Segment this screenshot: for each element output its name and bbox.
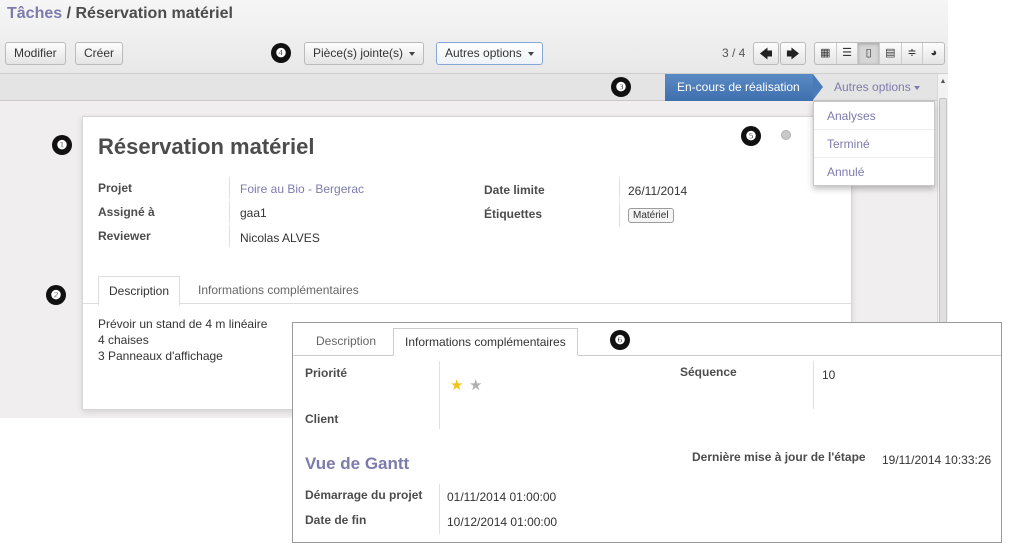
stage-active[interactable]: En-cours de réalisation [665,74,823,101]
description-line: 3 Panneaux d'affichage [98,349,223,363]
callout-3: ❸ [611,77,631,97]
gantt-view-icon[interactable]: ≑ [902,43,924,64]
breadcrumb-current: Réservation matériel [75,5,233,22]
kanban-state-icon[interactable] [781,130,791,140]
stage-dropdown-menu: Analyses Terminé Annulé [813,101,935,186]
more-options-label: Autres options [445,46,522,60]
tag-badge: Matériel [628,208,674,223]
deadline-label: Date limite [484,183,545,197]
caret-down-icon [409,51,416,56]
field-divider [229,177,230,199]
project-start-label: Démarrage du projet [305,488,423,502]
more-options-dropdown[interactable]: Autres options [436,42,543,65]
breadcrumb-parent[interactable]: Tâches [7,5,62,22]
description-line: 4 chaises [98,333,149,347]
tab-description[interactable]: Description [98,276,181,306]
deadline-value: 26/11/2014 [628,184,688,198]
tab-additional-info[interactable]: Informations complémentaires [188,276,369,304]
project-value[interactable]: Foire au Bio - Bergerac [240,182,364,196]
caret-down-icon [527,51,534,56]
callout-2: ❷ [46,285,66,305]
stage-more-label: Autres options [834,80,911,94]
task-title: Réservation matériel [98,134,315,159]
pager-counter: 3 / 4 [722,46,746,60]
menu-item-analyses[interactable]: Analyses [814,102,934,130]
callout-6: ❻ [610,330,630,350]
tags-label: Étiquettes [484,207,543,221]
field-divider [813,361,814,409]
form-view-icon[interactable]: ▯ [858,43,881,64]
callout-5: ❺ [741,126,761,146]
view-switcher: ▦ ☰ ▯ ▤ ≑ ◕ [814,42,945,65]
client-label: Client [305,412,339,426]
field-divider [229,201,230,223]
field-divider [439,484,440,534]
menu-item-done[interactable]: Terminé [814,130,934,158]
callout-1: ❶ [52,135,72,155]
field-divider [439,361,440,429]
calendar-view-icon[interactable]: ▤ [880,43,902,64]
project-label: Projet [98,181,133,195]
end-date-label: Date de fin [305,513,367,527]
sequence-value: 10 [822,368,836,382]
attachments-dropdown[interactable]: Pièce(s) jointe(s) [304,42,425,65]
create-button[interactable]: Créer [75,42,124,65]
panel-tab-description[interactable]: Description [305,328,387,354]
star-filled-icon[interactable]: ★ [450,378,463,393]
field-divider [619,177,620,199]
menu-item-cancelled[interactable]: Annulé [814,158,934,186]
last-stage-update-value: 19/11/2014 10:33:26 [882,453,992,467]
field-divider [229,225,230,247]
reviewer-label: Reviewer [98,229,151,243]
description-text: Prévoir un stand de 4 m linéaire 4 chais… [98,316,267,364]
control-panel: Tâches / Réservation matériel Modifier C… [0,0,948,74]
arrow-left-icon: 🡄 [759,46,773,61]
arrow-right-icon: 🡆 [786,46,800,61]
list-view-icon[interactable]: ☰ [837,43,859,64]
priority-label: Priorité [305,366,348,380]
breadcrumb: Tâches / Réservation matériel [7,5,233,23]
reviewer-value: Nicolas ALVES [240,231,320,245]
attachments-label: Pièce(s) jointe(s) [313,46,404,60]
gantt-section-title: Vue de Gantt [305,454,410,473]
sequence-label: Séquence [680,365,737,379]
star-empty-icon[interactable]: ★ [469,378,482,393]
next-button[interactable]: 🡆 [780,42,806,65]
previous-button[interactable]: 🡄 [753,42,779,65]
kanban-view-icon[interactable]: ▦ [815,43,837,64]
stage-more-options[interactable]: Autres options [834,80,920,94]
graph-view-icon[interactable]: ◕ [923,43,944,64]
assigned-value: gaa1 [240,206,267,220]
breadcrumb-separator: / [66,5,72,22]
edit-button[interactable]: Modifier [5,42,66,65]
field-divider [619,201,620,227]
scroll-up-icon[interactable]: ▲ [939,78,947,90]
description-line: Prévoir un stand de 4 m linéaire [98,317,268,331]
end-date-value: 10/12/2014 01:00:00 [447,515,558,529]
assigned-label: Assigné à [98,205,155,219]
project-start-value: 01/11/2014 01:00:00 [447,490,557,504]
caret-down-icon [913,85,920,90]
callout-4: ❹ [271,43,291,63]
additional-info-panel: Description Informations complémentaires… [292,322,1002,543]
panel-tab-additional-info[interactable]: Informations complémentaires [393,328,578,356]
last-stage-update-label: Dernière mise à jour de l'étape [692,450,866,464]
